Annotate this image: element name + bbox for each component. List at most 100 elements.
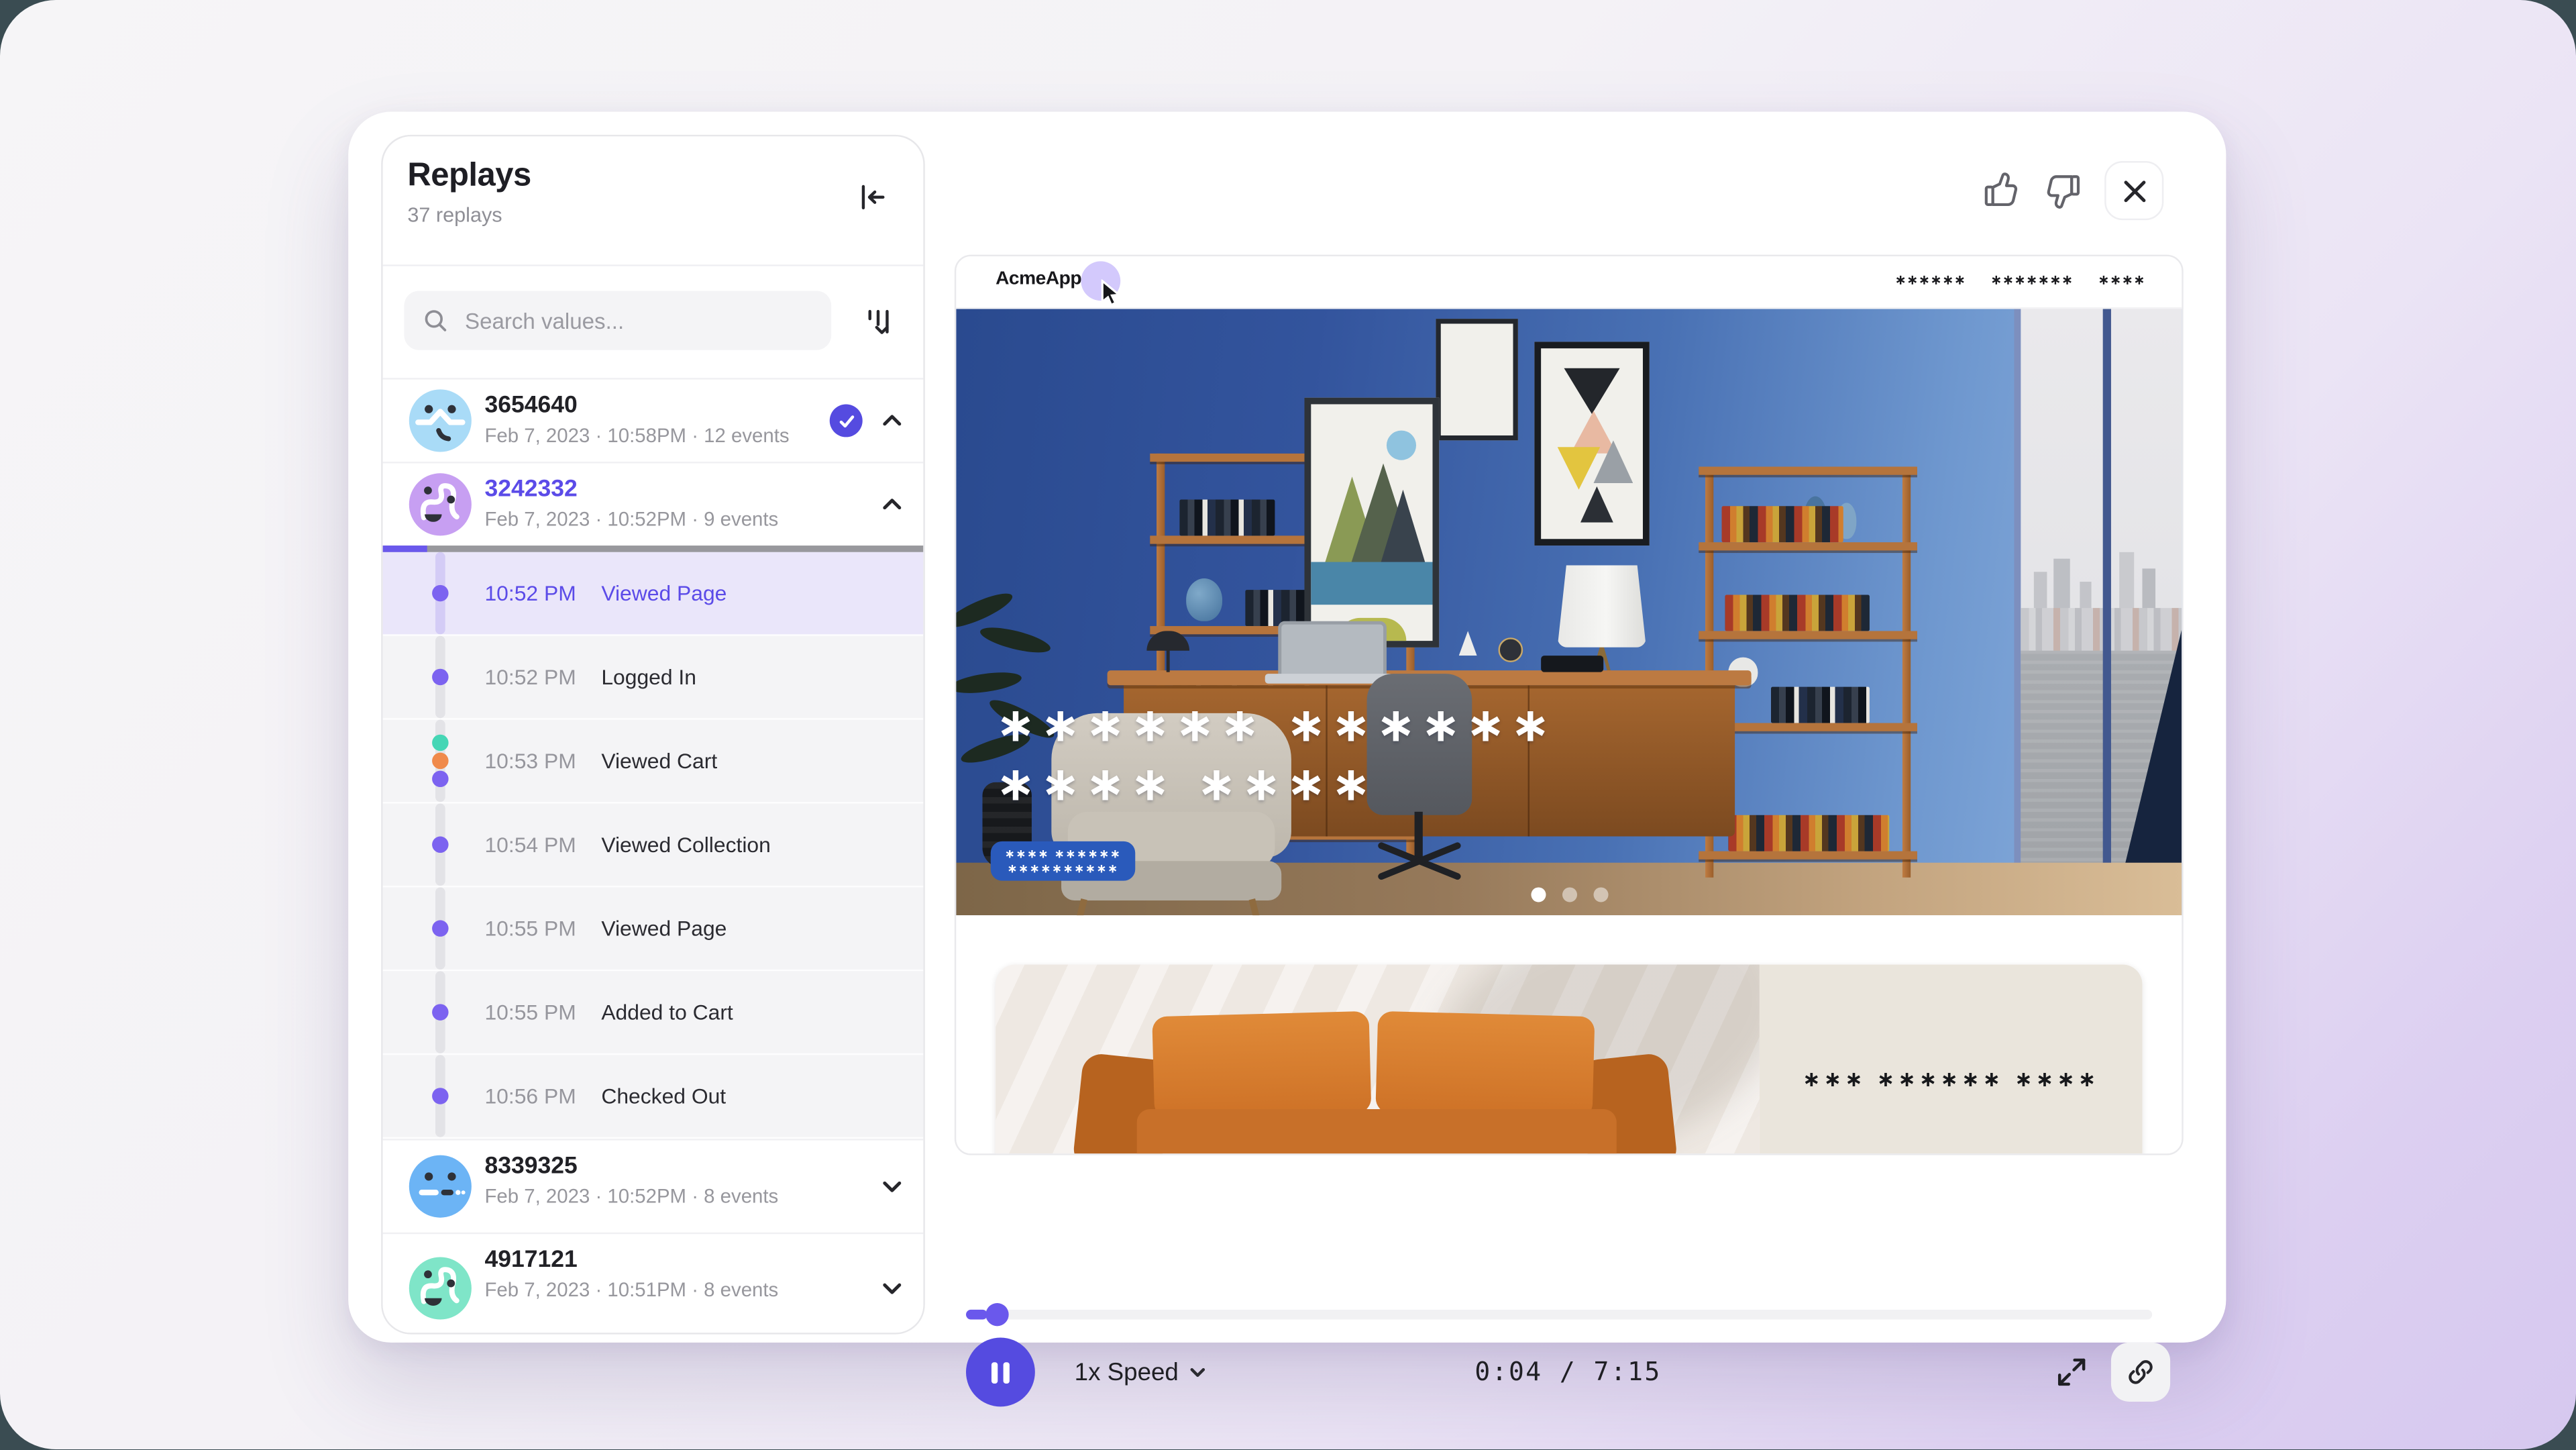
link-icon	[2125, 1355, 2157, 1388]
recorded-site-header: AcmeApp ∗∗∗∗∗∗ ∗∗∗∗∗∗∗ ∗∗∗∗	[956, 256, 2182, 309]
expand-icon	[2053, 1354, 2090, 1390]
event-row-viewed-cart[interactable]: 10:53 PM Viewed Cart	[383, 720, 924, 804]
event-row-added-to-cart[interactable]: 10:55 PM Added to Cart	[383, 971, 924, 1055]
nav-masked-link: ∗∗∗∗	[2098, 273, 2146, 288]
scrubber-track[interactable]	[966, 1310, 2152, 1320]
event-row-viewed-page[interactable]: 10:52 PM Viewed Page	[383, 552, 924, 636]
replay-row-3242332[interactable]: 3242332 Feb 7, 2023 · 10:52PM · 9 events	[383, 464, 924, 546]
chevron-down-icon[interactable]	[877, 1274, 907, 1303]
event-time: 10:52 PM	[484, 665, 576, 690]
event-label: Viewed Page	[601, 581, 727, 606]
sort-button[interactable]	[859, 303, 899, 342]
speed-selector[interactable]: 1x Speed	[1065, 1337, 1218, 1406]
close-icon	[2122, 178, 2147, 203]
replay-row-8339325[interactable]: 8339325 Feb 7, 2023 · 10:52PM · 8 events	[383, 1139, 924, 1233]
cursor-icon	[1101, 279, 1124, 307]
replay-modal: Replays 37 replays	[348, 112, 2226, 1343]
replay-meta: Feb 7, 2023 · 10:52PM · 8 events	[484, 1185, 778, 1208]
avatar	[409, 473, 472, 535]
event-row-logged-in[interactable]: 10:52 PM Logged In	[383, 636, 924, 720]
nav-masked-link: ∗∗∗∗∗∗∗	[1991, 273, 2074, 288]
search-box[interactable]	[404, 291, 831, 350]
event-dot	[432, 1004, 448, 1020]
carousel-dots	[956, 887, 2182, 902]
event-dot	[432, 920, 448, 936]
replay-meta: Feb 7, 2023 · 10:58PM · 12 events	[484, 424, 789, 447]
avatar	[409, 1257, 472, 1319]
app-background: Replays 37 replays	[0, 0, 2576, 1449]
replay-row-3654640[interactable]: 3654640 Feb 7, 2023 · 10:58PM · 12 event…	[383, 380, 924, 464]
chevron-down-icon[interactable]	[877, 1172, 907, 1201]
scrubber-handle[interactable]	[985, 1303, 1008, 1326]
thumbs-down-button[interactable]	[2042, 169, 2085, 212]
thumbs-up-button[interactable]	[1980, 169, 2023, 212]
event-time: 10:54 PM	[484, 832, 576, 857]
event-row-checked-out[interactable]: 10:56 PM Checked Out	[383, 1055, 924, 1139]
collapse-sidebar-icon	[856, 180, 889, 213]
replays-sidebar: Replays 37 replays	[381, 135, 925, 1335]
window-view	[2021, 309, 2182, 915]
recorded-site-logo: AcmeApp	[996, 270, 1081, 289]
close-button[interactable]	[2104, 161, 2163, 220]
chevron-up-icon[interactable]	[877, 406, 907, 435]
event-dot	[432, 735, 448, 751]
poster-geometric	[1534, 342, 1649, 546]
event-dot	[432, 753, 448, 769]
recorded-site-nav: ∗∗∗∗∗∗ ∗∗∗∗∗∗∗ ∗∗∗∗	[1895, 273, 2145, 288]
speed-label: 1x Speed	[1075, 1358, 1179, 1386]
replay-id: 8339325	[484, 1153, 577, 1180]
event-time: 10:56 PM	[484, 1084, 576, 1108]
carousel-dot-1	[1530, 887, 1545, 902]
event-dot	[432, 1088, 448, 1104]
scrubber-progress	[966, 1310, 987, 1320]
hero-headline-masked: ∗∗∗∗∗∗ ∗∗∗∗∗∗	[996, 696, 1555, 752]
event-time: 10:52 PM	[484, 581, 576, 606]
pause-button[interactable]	[966, 1337, 1035, 1406]
recorded-hero-section: ∗∗∗∗∗∗ ∗∗∗∗∗∗ ∗∗∗∗ ∗∗∗∗ ∗∗∗∗ ∗∗∗∗∗∗ ∗∗∗∗…	[956, 309, 2182, 915]
replay-meta: Feb 7, 2023 · 10:51PM · 8 events	[484, 1278, 778, 1301]
replay-progress-fill	[383, 546, 427, 552]
replay-meta: Feb 7, 2023 · 10:52PM · 9 events	[484, 508, 778, 531]
timeline-scrubber[interactable]	[966, 1303, 2152, 1326]
event-time: 10:55 PM	[484, 1000, 576, 1025]
carousel-dot-3	[1593, 887, 1607, 902]
sofa-photo	[996, 965, 1760, 1155]
event-label: Viewed Page	[601, 916, 727, 941]
hero-cta-button: ∗∗∗∗ ∗∗∗∗∗∗ ∗∗∗∗∗∗∗∗∗∗	[991, 841, 1136, 881]
watched-check-badge	[830, 404, 863, 437]
app-stage: Replays 37 replays	[0, 0, 2576, 1449]
chevron-down-icon	[1189, 1362, 1208, 1382]
copy-link-button[interactable]	[2111, 1343, 2170, 1402]
player-controls: 1x Speed 0:04 / 7:15	[966, 1337, 2170, 1410]
event-dot	[432, 837, 448, 853]
sidebar-header: Replays 37 replays	[383, 136, 924, 266]
thumbs-up-icon	[1981, 171, 2021, 211]
laptop	[1278, 621, 1387, 680]
product-panel: ∗∗∗ ∗∗∗∗∗∗ ∗∗∗∗	[1760, 965, 2143, 1155]
replay-progress-bar[interactable]	[383, 546, 924, 552]
event-label: Viewed Collection	[601, 832, 771, 857]
event-dot	[432, 585, 448, 601]
pause-icon	[989, 1360, 1012, 1385]
event-time: 10:53 PM	[484, 749, 576, 774]
poster-mountains	[1304, 398, 1439, 648]
replay-viewport: AcmeApp ∗∗∗∗∗∗ ∗∗∗∗∗∗∗ ∗∗∗∗	[955, 255, 2184, 1155]
search-input[interactable]	[462, 307, 813, 335]
floor-lamp	[1558, 565, 1646, 647]
thumbs-down-icon	[2044, 171, 2084, 211]
product-card: ∗∗∗ ∗∗∗∗∗∗ ∗∗∗∗	[996, 965, 2142, 1155]
recorded-content-section: ∗∗∗ ∗∗∗∗∗∗ ∗∗∗∗	[956, 915, 2182, 1155]
product-masked-text: ∗∗∗ ∗∗∗∗∗∗ ∗∗∗∗	[1803, 1068, 2099, 1092]
replay-id: 3654640	[484, 393, 577, 419]
chevron-up-icon[interactable]	[877, 490, 907, 519]
page-title: Replays	[407, 158, 531, 195]
search-icon	[422, 307, 448, 333]
collapse-sidebar-button[interactable]	[851, 176, 894, 219]
replay-row-4917121[interactable]: 4917121 Feb 7, 2023 · 10:51PM · 8 events	[383, 1233, 924, 1335]
event-dot	[432, 771, 448, 787]
event-label: Viewed Cart	[601, 749, 717, 774]
poster-small	[1436, 319, 1517, 440]
event-row-viewed-page-2[interactable]: 10:55 PM Viewed Page	[383, 887, 924, 971]
event-row-viewed-collection[interactable]: 10:54 PM Viewed Collection	[383, 804, 924, 888]
fullscreen-button[interactable]	[2052, 1353, 2092, 1392]
